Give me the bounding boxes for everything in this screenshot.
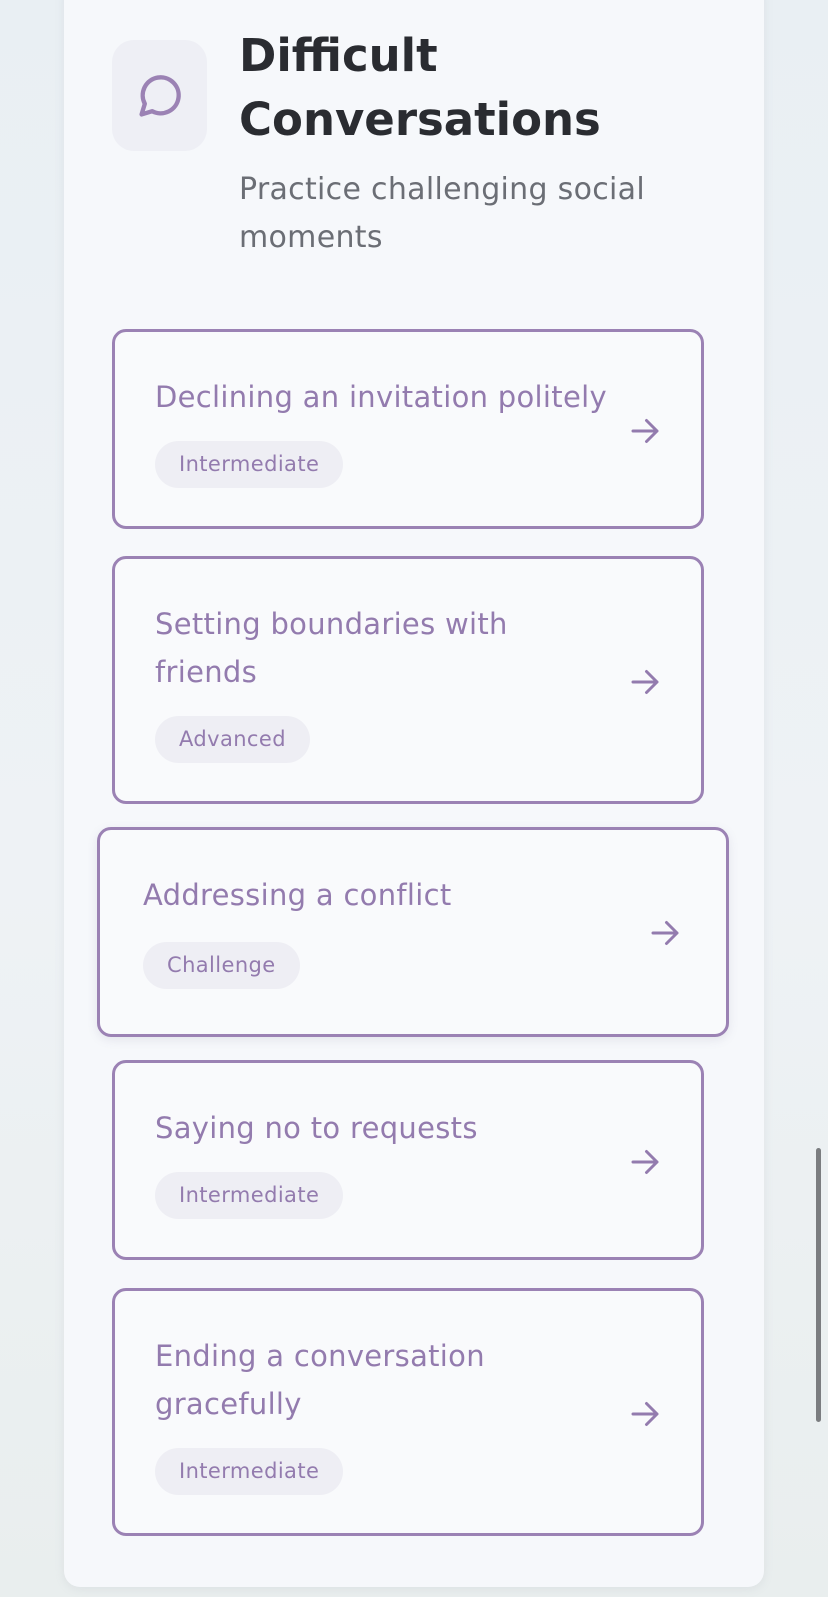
- section-subtitle: Practice challenging social moments: [239, 172, 645, 255]
- arrow-right-icon: [631, 1150, 659, 1174]
- difficulty-badge: Intermediate: [155, 1172, 344, 1219]
- arrow-right-icon: [651, 921, 679, 945]
- scenario-card-saying-no[interactable]: Saying no to requests Intermediate: [112, 1060, 704, 1260]
- section-title: Difficult Conversations: [239, 29, 601, 146]
- speech-bubble-icon: [138, 74, 181, 117]
- arrow-right-icon: [631, 1402, 659, 1426]
- difficulty-badge: Challenge: [143, 942, 300, 989]
- scenario-title: Addressing a conflict: [143, 878, 452, 912]
- category-icon-container: [112, 40, 207, 151]
- difficulty-badge: Intermediate: [155, 1448, 344, 1495]
- difficulty-badge: Intermediate: [155, 441, 344, 488]
- difficulty-badge: Advanced: [155, 716, 310, 763]
- scenario-card-declining-invitation[interactable]: Declining an invitation politely Interme…: [112, 329, 704, 529]
- scenario-card-addressing-conflict[interactable]: Addressing a conflict Challenge: [97, 827, 729, 1037]
- scenario-card-ending-conversation[interactable]: Ending a conversation gracefully Interme…: [112, 1288, 704, 1536]
- scenario-title: Saying no to requests: [155, 1111, 478, 1145]
- arrow-right-icon: [631, 419, 659, 443]
- difficult-conversations-card: Difficult Conversations Practice challen…: [64, 0, 764, 1587]
- scenario-title: Declining an invitation politely: [155, 380, 607, 414]
- arrow-right-icon: [631, 670, 659, 694]
- scenario-title: Ending a conversation gracefully: [155, 1339, 485, 1421]
- scenario-card-setting-boundaries[interactable]: Setting boundaries with friends Advanced: [112, 556, 704, 804]
- scenario-title: Setting boundaries with friends: [155, 607, 508, 689]
- vertical-scrollbar[interactable]: [816, 1148, 821, 1422]
